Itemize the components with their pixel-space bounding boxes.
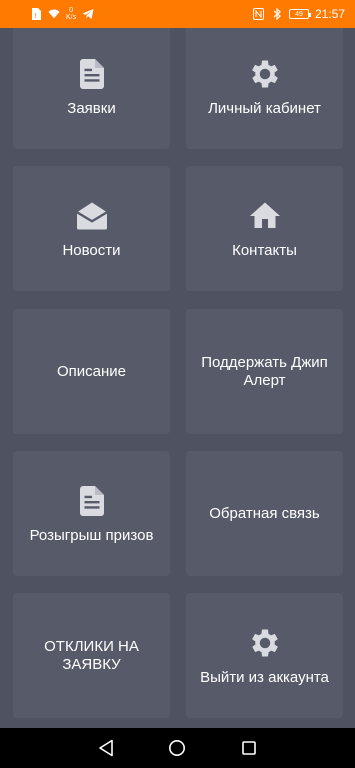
document-icon <box>74 56 110 92</box>
battery-level: 49 <box>295 10 303 18</box>
telegram-icon <box>82 8 94 20</box>
tile-label: Выйти из аккаунта <box>200 668 329 686</box>
home-icon <box>247 198 283 234</box>
gear-icon <box>247 56 283 92</box>
bluetooth-icon <box>271 8 283 20</box>
tile-news[interactable]: Новости <box>13 166 170 291</box>
tile-label: Описание <box>56 362 127 380</box>
tile-label: Новости <box>62 241 121 259</box>
battery-icon: 49 <box>288 9 311 19</box>
tile-label: Обратная связь <box>209 504 320 522</box>
tile-requests[interactable]: Заявки <box>13 28 170 149</box>
open-envelope-icon <box>74 198 110 234</box>
tile-label: Поддержать Джип Алерт <box>201 353 328 389</box>
gear-icon <box>247 625 283 661</box>
menu-content: Заявки Личный кабинет Новости Контакты О… <box>0 28 355 728</box>
status-bar: ! 0 K/s 49 21:57 <box>0 0 355 28</box>
tile-contacts[interactable]: Контакты <box>186 166 343 291</box>
speed-value: 0 <box>69 7 74 14</box>
nfc-icon <box>253 8 265 20</box>
status-left: ! 0 K/s <box>30 7 94 21</box>
tile-description[interactable]: Описание <box>13 309 170 434</box>
network-speed: 0 K/s <box>66 7 76 21</box>
tile-label: ОТКЛИКИ НА ЗАЯВКУ <box>44 637 139 673</box>
speed-unit: K/s <box>66 14 77 21</box>
sim-icon: ! <box>30 8 42 20</box>
tile-label: Заявки <box>67 99 116 117</box>
wifi-icon <box>48 8 60 20</box>
tile-label: Розыгрыш призов <box>29 526 154 544</box>
back-icon[interactable] <box>95 737 117 759</box>
tile-support[interactable]: Поддержать Джип Алерт <box>186 309 343 434</box>
status-right: 49 21:57 <box>253 7 345 21</box>
system-navigation-bar <box>0 728 355 768</box>
document-icon <box>74 483 110 519</box>
tile-prize-draw[interactable]: Розыгрыш призов <box>13 451 170 576</box>
home-button-icon[interactable] <box>166 737 188 759</box>
svg-text:!: ! <box>34 12 37 20</box>
tile-label: Контакты <box>232 241 297 259</box>
tile-feedback[interactable]: Обратная связь <box>186 451 343 576</box>
tile-personal-account[interactable]: Личный кабинет <box>186 28 343 149</box>
recents-icon[interactable] <box>238 737 260 759</box>
tile-label: Личный кабинет <box>208 99 321 117</box>
tile-logout[interactable]: Выйти из аккаунта <box>186 593 343 718</box>
tile-request-responses[interactable]: ОТКЛИКИ НА ЗАЯВКУ <box>13 593 170 718</box>
clock: 21:57 <box>314 7 345 21</box>
